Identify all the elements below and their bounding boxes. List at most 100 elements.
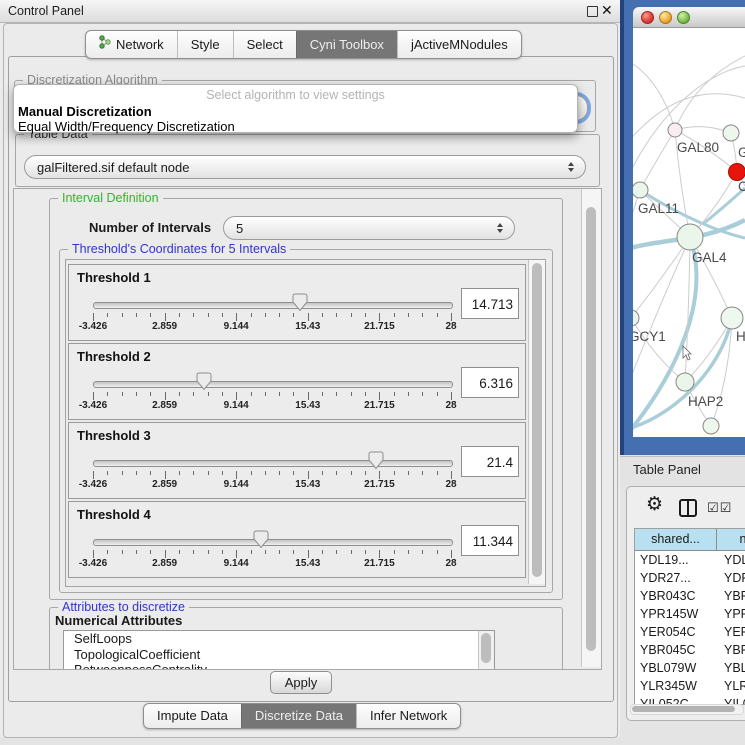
network-node[interactable] bbox=[633, 182, 648, 198]
cell-shared-name[interactable]: YBR045C bbox=[635, 641, 717, 659]
network-node[interactable] bbox=[676, 373, 694, 391]
combo-arrows-icon bbox=[568, 162, 574, 172]
cell-shared-name[interactable]: YDL19... bbox=[635, 551, 717, 569]
thresholds-scrollbar[interactable] bbox=[528, 260, 545, 584]
float-window-icon[interactable] bbox=[587, 6, 598, 17]
threshold-row: Threshold 4 -3.4262.8599.14415.4321.7152… bbox=[68, 501, 526, 578]
threshold-row: Threshold 3 -3.4262.8599.14415.4321.7152… bbox=[68, 422, 526, 499]
cell-shared-name[interactable]: YDR27... bbox=[635, 569, 717, 587]
thresholds-scrollbar-thumb[interactable] bbox=[532, 263, 542, 577]
cell-shared-name[interactable]: YBL079W bbox=[635, 659, 717, 677]
threshold-value[interactable]: 6.316 bbox=[461, 367, 519, 398]
cell-shared-name[interactable]: YPR145W bbox=[635, 605, 717, 623]
cell-shared-name[interactable]: YBR043C bbox=[635, 587, 717, 605]
slider-track[interactable] bbox=[93, 460, 453, 467]
tab-cyni-toolbox[interactable]: Cyni Toolbox bbox=[296, 31, 397, 58]
network-node[interactable] bbox=[677, 224, 703, 250]
slider-track[interactable] bbox=[93, 539, 453, 546]
network-node[interactable] bbox=[721, 307, 743, 329]
table-data-select[interactable]: galFiltered.sif default node bbox=[24, 155, 586, 179]
tab-jactivemnodules[interactable]: jActiveMNodules bbox=[397, 31, 521, 58]
minimize-button[interactable] bbox=[659, 11, 672, 24]
network-node[interactable] bbox=[723, 125, 739, 141]
slider-thumb[interactable] bbox=[368, 451, 384, 470]
slider-scale: -3.4262.8599.14415.4321.71528 bbox=[93, 321, 451, 333]
slider-track[interactable] bbox=[93, 381, 453, 388]
table-row[interactable]: YDL19... YDL1 bbox=[635, 551, 745, 569]
tab-select[interactable]: Select bbox=[233, 31, 296, 58]
slider-thumb[interactable] bbox=[292, 293, 308, 312]
cell-name[interactable]: YBR0 bbox=[717, 587, 745, 605]
threshold-value[interactable]: 11.344 bbox=[461, 525, 519, 556]
tab-style[interactable]: Style bbox=[177, 31, 233, 58]
settings-gear-icon[interactable]: ⚙ bbox=[646, 495, 663, 514]
table-row[interactable]: YBL079W YBL0 bbox=[635, 659, 745, 677]
scale-label: 28 bbox=[445, 400, 456, 411]
table-row[interactable]: YER054C YER0 bbox=[635, 623, 745, 641]
zoom-button[interactable] bbox=[677, 11, 690, 24]
threshold-value[interactable]: 14.713 bbox=[461, 288, 519, 319]
table-row[interactable]: YDR27... YDR2 bbox=[635, 569, 745, 587]
interval-definition-label: Interval Definition bbox=[58, 191, 163, 205]
threshold-value[interactable]: 21.4 bbox=[461, 446, 519, 477]
close-icon[interactable]: ✕ bbox=[601, 2, 613, 19]
table-panel-titlebar: Table Panel bbox=[620, 457, 745, 483]
tab-label: Impute Data bbox=[157, 705, 228, 727]
cell-name[interactable]: YDR2 bbox=[717, 569, 745, 587]
settings-scrollbar[interactable] bbox=[581, 189, 601, 667]
cell-name[interactable]: YBL0 bbox=[717, 659, 745, 677]
attribute-item-topologicalcoefficient[interactable]: TopologicalCoefficient bbox=[64, 647, 494, 663]
table-row[interactable]: YBR045C YBR0 bbox=[635, 641, 745, 659]
number-of-intervals-value: 5 bbox=[236, 221, 243, 236]
checkbox-pair-icon[interactable]: ☑☑ bbox=[707, 500, 732, 516]
slider-thumb[interactable] bbox=[253, 530, 269, 549]
table-row[interactable]: YBR043C YBR0 bbox=[635, 587, 745, 605]
table-row[interactable]: YLR345W YLR3 bbox=[635, 677, 745, 695]
slider-track[interactable] bbox=[93, 302, 453, 309]
settings-scrollbar-thumb[interactable] bbox=[586, 207, 596, 651]
apply-button[interactable]: Apply bbox=[270, 671, 332, 694]
dropdown-option-equal-width-frequency-discretization[interactable]: Equal Width/Frequency Discretization bbox=[14, 119, 577, 134]
cell-name[interactable]: YLR3 bbox=[717, 677, 745, 695]
number-of-intervals-select[interactable]: 5 bbox=[223, 216, 515, 240]
attributes-group-label: Attributes to discretize bbox=[58, 600, 189, 614]
network-canvas[interactable]: GAL80GACGAL11GAL4GCY1HHAP2 bbox=[633, 28, 745, 437]
thresholds-group-label: Threshold's Coordinates for 5 Intervals bbox=[68, 242, 290, 256]
network-node[interactable] bbox=[633, 310, 639, 326]
slider-thumb[interactable] bbox=[196, 372, 212, 391]
scale-label: 21.715 bbox=[364, 479, 395, 490]
scale-label: 2.859 bbox=[152, 321, 177, 332]
column-header-shared-name[interactable]: shared... bbox=[635, 529, 717, 551]
cell-shared-name[interactable]: YER054C bbox=[635, 623, 717, 641]
tab-discretize-data[interactable]: Discretize Data bbox=[241, 704, 356, 728]
attribute-item-betweennesscentrality[interactable]: BetweennessCentrality bbox=[64, 662, 494, 670]
column-split-icon[interactable] bbox=[679, 499, 697, 517]
table-rows: YDL19... YDL1 YDR27... YDR2 YBR043C YBR0… bbox=[635, 551, 745, 705]
table-row[interactable]: YPR145W YPR1 bbox=[635, 605, 745, 623]
dropdown-option-manual-discretization[interactable]: Manual Discretization bbox=[14, 104, 577, 119]
tab-impute-data[interactable]: Impute Data bbox=[144, 704, 241, 728]
cell-name[interactable]: YER0 bbox=[717, 623, 745, 641]
slider-scale: -3.4262.8599.14415.4321.71528 bbox=[93, 558, 451, 570]
scale-label: 9.144 bbox=[224, 479, 249, 490]
network-window-titlebar[interactable] bbox=[633, 7, 745, 28]
cell-name[interactable]: YDL1 bbox=[717, 551, 745, 569]
network-node[interactable] bbox=[703, 418, 719, 434]
cell-name[interactable]: YBR0 bbox=[717, 641, 745, 659]
close-button[interactable] bbox=[641, 11, 654, 24]
scale-label: 28 bbox=[445, 479, 456, 490]
attributes-scrollbar[interactable] bbox=[478, 631, 494, 670]
table-horizontal-scrollbar-thumb[interactable] bbox=[632, 706, 735, 712]
cell-shared-name[interactable]: YLR345W bbox=[635, 677, 717, 695]
screen: Control Panel ✕ NetworkStyleSelectCyni T… bbox=[0, 0, 745, 745]
dropdown-prompt: Select algorithm to view settings bbox=[14, 85, 577, 104]
tab-network[interactable]: Network bbox=[86, 31, 177, 58]
tab-label: jActiveMNodules bbox=[411, 32, 508, 57]
cell-name[interactable]: YPR1 bbox=[717, 605, 745, 623]
network-node[interactable] bbox=[729, 164, 745, 181]
attributes-scrollbar-thumb[interactable] bbox=[481, 633, 491, 663]
network-node[interactable] bbox=[668, 123, 682, 137]
tab-infer-network[interactable]: Infer Network bbox=[356, 704, 460, 728]
attribute-item-selfloops[interactable]: SelfLoops bbox=[64, 631, 494, 647]
column-header-name[interactable]: na bbox=[717, 529, 745, 551]
